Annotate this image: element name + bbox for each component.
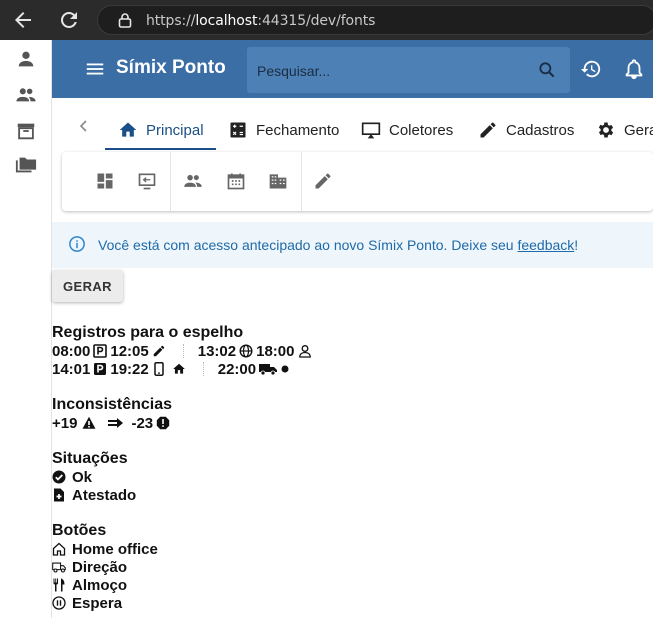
- utensils-icon: [53, 578, 65, 592]
- medical-file-icon: [54, 488, 64, 502]
- bell-icon[interactable]: [623, 58, 645, 80]
- inconsistencias-row: +19 -23: [52, 414, 173, 432]
- search-icon[interactable]: [537, 60, 557, 80]
- browser-toolbar: https://localhost:44315/dev/fonts: [0, 0, 653, 40]
- pause-circle-icon: [52, 596, 66, 610]
- lock-icon: [118, 13, 132, 28]
- menu-icon[interactable]: [84, 58, 106, 80]
- feedback-link[interactable]: feedback: [517, 237, 574, 253]
- pencil-icon[interactable]: [313, 171, 333, 191]
- separator: [202, 362, 204, 376]
- situacoes-title: Situações: [52, 450, 128, 467]
- tab-principal[interactable]: Principal: [118, 120, 204, 140]
- parking-filled-icon: [94, 363, 107, 375]
- home-outline-icon: [52, 542, 66, 556]
- situacao-atestado: Atestado: [52, 486, 136, 504]
- chevron-left-icon[interactable]: [76, 118, 92, 134]
- collector-screen-icon[interactable]: [137, 171, 157, 191]
- toolbar-divider: [301, 152, 302, 211]
- botoes-title: Botões: [52, 522, 107, 539]
- calendar-icon[interactable]: [226, 171, 246, 191]
- tab-coletores[interactable]: Coletores: [361, 120, 453, 140]
- address-bar[interactable]: https://localhost:44315/dev/fonts: [97, 5, 653, 35]
- inconsistencias-title: Inconsistências: [52, 396, 173, 413]
- toolbar-divider: [170, 152, 171, 211]
- mobile-phone-icon: [154, 362, 164, 376]
- history-icon[interactable]: [580, 58, 602, 80]
- truck-icon: [259, 364, 278, 376]
- search-box: [247, 47, 570, 93]
- botao-home-office: Home office: [52, 540, 158, 558]
- globe-icon: [239, 344, 253, 358]
- botao-direcao: Direção: [52, 558, 127, 576]
- side-rail: [0, 40, 52, 618]
- search-input[interactable]: [257, 60, 517, 82]
- tab-cadastros[interactable]: Cadastros: [478, 120, 574, 140]
- tab-gera[interactable]: Gera: [596, 120, 653, 140]
- calculator-icon: [230, 122, 246, 138]
- registros-row-1: 08:00 12:05 13:02 18:00: [52, 342, 315, 360]
- building-icon[interactable]: [268, 171, 288, 191]
- home-icon: [119, 122, 137, 137]
- quick-actions-card: [62, 152, 653, 211]
- active-tab-indicator: [105, 148, 216, 150]
- app-header: Símix Ponto: [52, 40, 653, 98]
- parking-icon: [93, 344, 108, 358]
- banner-text: Você está com acesso antecipado ao novo …: [98, 237, 579, 253]
- people-icon[interactable]: [183, 171, 203, 191]
- botao-espera: Espera: [52, 594, 122, 612]
- dashboard-icon[interactable]: [95, 171, 115, 191]
- people-icon[interactable]: [15, 84, 37, 106]
- alert-octagon-icon: [156, 416, 170, 430]
- person-icon[interactable]: [15, 48, 37, 70]
- gear-icon: [598, 122, 614, 138]
- main-tabs: Principal Fechamento Coletores Cadastros…: [52, 98, 653, 152]
- truck-outline-icon: [52, 562, 66, 573]
- situacao-ok: Ok: [52, 468, 92, 486]
- folders-icon[interactable]: [15, 154, 37, 176]
- warning-icon: [82, 416, 96, 429]
- separator: [182, 344, 184, 358]
- reload-icon[interactable]: [57, 8, 81, 32]
- registros-row-2: 14:01 19:22 22:00: [52, 360, 289, 378]
- back-arrow-icon[interactable]: [11, 8, 35, 32]
- check-circle-icon: [52, 470, 66, 484]
- arrow-right-icon: [108, 418, 124, 428]
- info-icon: [69, 236, 85, 252]
- tab-fechamento[interactable]: Fechamento: [228, 120, 339, 140]
- app-title: Símix Ponto: [116, 57, 226, 78]
- registros-title: Registros para o espelho: [52, 324, 244, 341]
- url-text: https://localhost:44315/dev/fonts: [146, 13, 376, 29]
- gerar-button[interactable]: GERAR: [52, 270, 123, 302]
- home-icon: [172, 363, 185, 374]
- archive-icon[interactable]: [15, 120, 37, 142]
- dot-icon: [281, 365, 289, 373]
- monitor-icon: [361, 122, 381, 139]
- botao-almoco: Almoço: [52, 576, 127, 594]
- pencil-icon: [153, 345, 164, 357]
- pencil-icon: [480, 122, 496, 138]
- user-outline-icon: [298, 345, 311, 358]
- early-access-banner: Você está com acesso antecipado ao novo …: [52, 222, 653, 268]
